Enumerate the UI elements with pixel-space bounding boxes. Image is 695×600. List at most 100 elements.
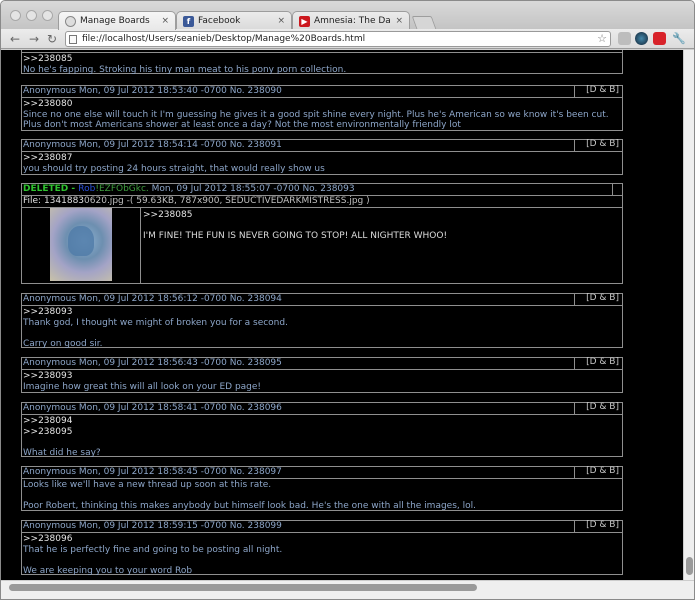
- vertical-scrollbar[interactable]: [683, 50, 694, 580]
- quote-link[interactable]: >>238087: [23, 153, 72, 163]
- post-meta: Mon, 09 Jul 2012 18:55:07 -0700 No. 2380…: [148, 184, 355, 194]
- post-body: Looks like we'll have a new thread up so…: [22, 479, 622, 515]
- post-text: you should try posting 24 hours straight…: [23, 163, 325, 174]
- post-meta: Anonymous Mon, 09 Jul 2012 18:56:43 -070…: [23, 358, 282, 368]
- quote-link[interactable]: >>238085: [143, 210, 192, 220]
- post: Anonymous Mon, 09 Jul 2012 18:59:15 -070…: [21, 520, 623, 576]
- db-link[interactable]: [D & B]: [574, 357, 622, 369]
- forward-arrow-icon[interactable]: →: [29, 32, 39, 46]
- scrollbar-thumb[interactable]: [686, 557, 693, 575]
- db-link[interactable]: [D & B]: [574, 402, 622, 414]
- post: Anonymous Mon, 09 Jul 2012 18:58:41 -070…: [21, 402, 623, 458]
- tab-facebook[interactable]: f Facebook ×: [176, 11, 292, 30]
- quote-link[interactable]: >>238093: [23, 371, 72, 381]
- post-body: >>238093 Thank god, I thought we might o…: [22, 306, 622, 352]
- post-meta: Anonymous Mon, 09 Jul 2012 18:54:14 -070…: [23, 140, 282, 150]
- close-tab-icon[interactable]: ×: [161, 16, 169, 26]
- db-link[interactable]: [D & B]: [574, 85, 622, 97]
- wrench-icon[interactable]: 🔧: [672, 32, 686, 45]
- post-deleted: DELETED - Rob!EZFObGkc. Mon, 09 Jul 2012…: [21, 183, 623, 284]
- close-window-button[interactable]: [10, 10, 21, 21]
- post-meta: Anonymous Mon, 09 Jul 2012 18:59:15 -070…: [23, 521, 282, 531]
- post: Anonymous Mon, 09 Jul 2012 18:54:14 -070…: [21, 139, 623, 175]
- file-name[interactable]: File: 1341883: [23, 196, 84, 206]
- thumbnail-cell: [22, 208, 141, 283]
- file-details: 0620.jpg -( 59.63KB, 787x900, SEDUCTIVED…: [84, 196, 370, 206]
- tab-title: Facebook: [198, 16, 241, 26]
- db-link[interactable]: [D & B]: [574, 139, 622, 151]
- quote-link[interactable]: >>238085: [23, 54, 72, 64]
- youtube-icon: ▶: [299, 15, 310, 27]
- db-link[interactable]: [D & B]: [574, 293, 622, 305]
- post-header: Anonymous Mon, 09 Jul 2012 18:58:41 -070…: [22, 402, 622, 415]
- post-text: Carry on good sir.: [23, 338, 103, 349]
- tripcode: !EZFObGkc.: [95, 184, 149, 194]
- lastpass-icon[interactable]: [653, 32, 666, 45]
- page-icon: [69, 35, 77, 44]
- post-body: >>238085 I'M FINE! THE FUN IS NEVER GOIN…: [143, 210, 447, 242]
- db-link[interactable]: [D & B]: [574, 466, 622, 478]
- post: >>238085 No he's fapping. Stroking his t…: [21, 50, 623, 75]
- post-header: Anonymous Mon, 09 Jul 2012 18:56:43 -070…: [22, 357, 622, 370]
- file-info: File: 13418830620.jpg -( 59.63KB, 787x90…: [22, 196, 622, 208]
- post-text: Since no one else will touch it I'm gues…: [23, 109, 612, 131]
- horizontal-scrollbar[interactable]: [1, 580, 694, 599]
- quote-link[interactable]: >>238093: [23, 307, 72, 317]
- thumbnail-image[interactable]: [50, 208, 112, 281]
- globe-icon: [65, 15, 76, 27]
- post: Anonymous Mon, 09 Jul 2012 18:58:45 -070…: [21, 466, 623, 511]
- minimize-window-button[interactable]: [26, 10, 37, 21]
- post-body: >>238080 Since no one else will touch it…: [22, 98, 622, 134]
- zoom-window-button[interactable]: [42, 10, 53, 21]
- tab-manage-boards[interactable]: Manage Boards ×: [58, 11, 176, 30]
- post-text: Thank god, I thought we might of broken …: [23, 317, 288, 328]
- scrollbar-thumb[interactable]: [9, 584, 477, 591]
- close-tab-icon[interactable]: ×: [277, 16, 285, 26]
- browser-window: Manage Boards × f Facebook × ▶ Amnesia: …: [0, 0, 695, 600]
- db-link[interactable]: [612, 183, 622, 195]
- quote-link[interactable]: >>238095: [23, 427, 72, 437]
- poster-name: Rob: [78, 184, 96, 194]
- tab-title: Manage Boards: [80, 16, 150, 26]
- close-tab-icon[interactable]: ×: [395, 16, 403, 26]
- tab-strip: Manage Boards × f Facebook × ▶ Amnesia: …: [1, 1, 694, 30]
- post-header: Anonymous Mon, 09 Jul 2012 18:56:12 -070…: [22, 293, 622, 306]
- post-header: [22, 50, 622, 53]
- quote-link[interactable]: >>238096: [23, 534, 72, 544]
- post-text: Imagine how great this will all look on …: [23, 381, 262, 392]
- extension-icon[interactable]: [618, 32, 631, 45]
- post-text: No he's fapping. Stroking his tiny man m…: [23, 64, 347, 75]
- quote-link[interactable]: >>238080: [23, 99, 72, 109]
- camera-extension-icon[interactable]: [635, 32, 648, 45]
- post-body: >>238085 No he's fapping. Stroking his t…: [22, 53, 622, 78]
- tab-amnesia[interactable]: ▶ Amnesia: The Dark Descent ×: [292, 11, 410, 30]
- post-body: >>238093 Imagine how great this will all…: [22, 370, 622, 395]
- post: Anonymous Mon, 09 Jul 2012 18:56:12 -070…: [21, 293, 623, 349]
- post-meta: Anonymous Mon, 09 Jul 2012 18:53:40 -070…: [23, 86, 282, 96]
- post: Anonymous Mon, 09 Jul 2012 18:56:43 -070…: [21, 357, 623, 393]
- post-text: Poor Robert, thinking this makes anybody…: [23, 501, 476, 511]
- bookmark-star-icon[interactable]: ☆: [597, 32, 607, 46]
- post-body: >>238096 That he is perfectly fine and g…: [22, 533, 622, 579]
- deleted-label: DELETED: [23, 184, 69, 194]
- db-link[interactable]: [D & B]: [574, 520, 622, 532]
- reload-icon[interactable]: ↻: [47, 32, 57, 46]
- quote-link[interactable]: >>238094: [23, 416, 72, 426]
- tab-title: Amnesia: The Dark Descent: [314, 16, 391, 26]
- post-header: Anonymous Mon, 09 Jul 2012 18:53:40 -070…: [22, 85, 622, 98]
- window-controls: [10, 10, 53, 21]
- facebook-icon: f: [183, 15, 194, 27]
- post-text: I'M FINE! THE FUN IS NEVER GOING TO STOP…: [143, 231, 448, 241]
- new-tab-button[interactable]: [411, 16, 437, 29]
- post-header: Anonymous Mon, 09 Jul 2012 18:58:45 -070…: [22, 466, 622, 479]
- page-viewport: >>238085 No he's fapping. Stroking his t…: [1, 50, 683, 580]
- post-meta: Anonymous Mon, 09 Jul 2012 18:58:45 -070…: [23, 467, 282, 477]
- post-text: That he is perfectly fine and going to b…: [23, 544, 283, 555]
- post-header: Anonymous Mon, 09 Jul 2012 18:54:14 -070…: [22, 139, 622, 152]
- toolbar: ← → ↻ file://localhost/Users/seanieb/Des…: [1, 29, 694, 49]
- address-bar[interactable]: file://localhost/Users/seanieb/Desktop/M…: [65, 31, 611, 47]
- post-header: DELETED - Rob!EZFObGkc. Mon, 09 Jul 2012…: [22, 183, 622, 196]
- back-arrow-icon[interactable]: ←: [10, 32, 20, 46]
- post-body: >>238087 you should try posting 24 hours…: [22, 152, 622, 177]
- dash: -: [68, 184, 79, 194]
